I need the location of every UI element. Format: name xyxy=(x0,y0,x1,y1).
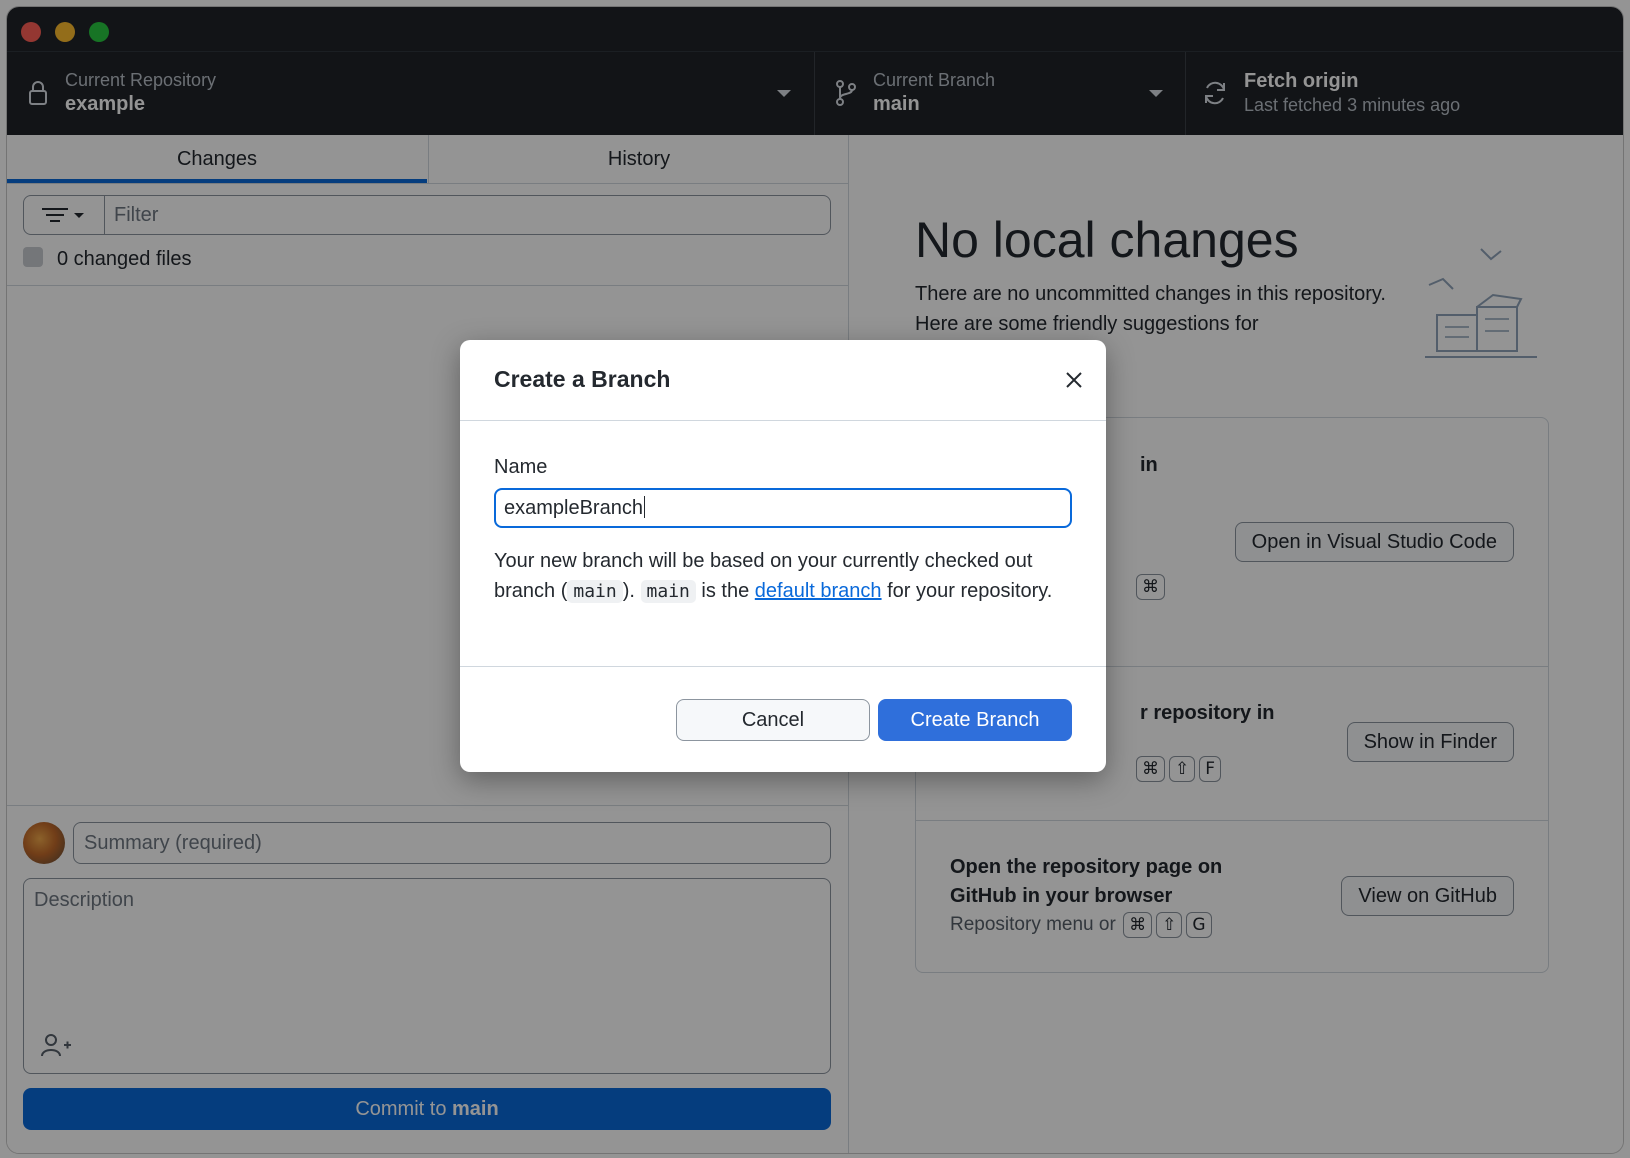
info-text-part4: for your repository. xyxy=(881,580,1053,602)
info-text-part3: is the xyxy=(695,580,755,602)
text-cursor xyxy=(643,496,646,518)
create-branch-dialog: Create a Branch Name exampleBranch Your … xyxy=(460,340,1106,772)
create-branch-button[interactable]: Create Branch xyxy=(878,699,1072,741)
dialog-title: Create a Branch xyxy=(494,366,671,392)
dialog-header: Create a Branch xyxy=(460,340,1106,421)
branch-info-text: Your new branch will be based on your cu… xyxy=(494,546,1074,607)
default-branch-code: main xyxy=(640,580,696,603)
default-branch-link[interactable]: default branch xyxy=(755,580,882,602)
current-branch-code: main xyxy=(567,580,623,603)
close-icon[interactable] xyxy=(1060,366,1088,394)
branch-name-input[interactable]: exampleBranch xyxy=(494,488,1072,528)
branch-name-value: exampleBranch xyxy=(504,497,643,519)
info-text-part2: ). xyxy=(622,580,641,602)
dialog-footer: Cancel Create Branch xyxy=(460,666,1106,773)
cancel-button[interactable]: Cancel xyxy=(676,699,870,741)
name-label: Name xyxy=(494,456,548,478)
